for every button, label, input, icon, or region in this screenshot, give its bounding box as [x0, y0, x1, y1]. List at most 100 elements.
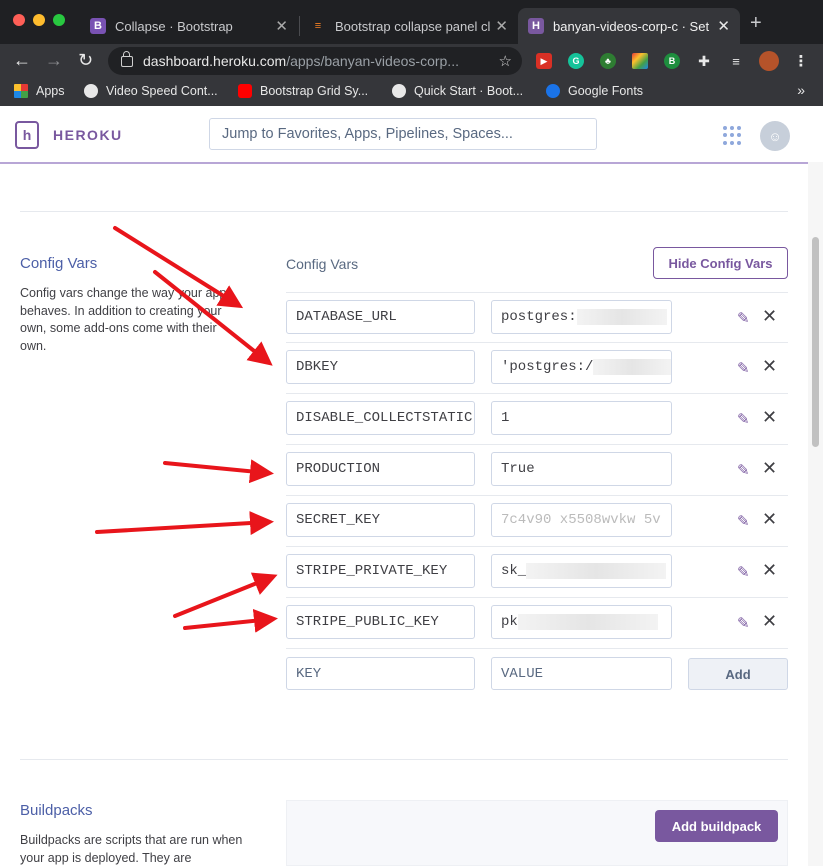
section-divider	[20, 211, 788, 212]
stack-overflow-icon: ≡	[314, 20, 322, 32]
config-var-key[interactable]: DISABLE_COLLECTSTATIC	[286, 401, 475, 435]
scrollbar-thumb[interactable]	[812, 237, 819, 447]
edit-pencil-icon[interactable]: ✎	[737, 563, 750, 581]
user-avatar[interactable]: ☺	[760, 121, 790, 151]
redacted-text	[517, 614, 658, 630]
extensions-puzzle-icon[interactable]: ✚	[696, 53, 712, 69]
delete-x-icon[interactable]: ✕	[762, 509, 777, 530]
close-tab-icon[interactable]: ✕	[717, 17, 730, 35]
config-var-key[interactable]: SECRET_KEY	[286, 503, 475, 537]
green-b-extension-icon[interactable]: B	[664, 53, 680, 69]
grammarly-icon[interactable]: G	[568, 53, 584, 69]
bookmarks-bar: Apps Video Speed Cont... Bootstrap Grid …	[0, 78, 823, 106]
browser-tab-bar: B Collapse · Bootstrap ✕ ≡ Bootstrap col…	[0, 0, 823, 44]
bookmark-star-icon[interactable]: ☆	[499, 52, 512, 70]
back-icon[interactable]: ←	[13, 50, 31, 71]
edit-pencil-icon[interactable]: ✎	[737, 461, 750, 479]
add-config-var-button[interactable]: Add	[688, 658, 788, 690]
bookmark-quick-start[interactable]: Quick Start · Boot...	[392, 84, 523, 98]
edit-pencil-icon[interactable]: ✎	[737, 614, 750, 632]
heroku-tab-icon: H	[528, 18, 544, 34]
edit-pencil-icon[interactable]: ✎	[737, 410, 750, 428]
red-arrow	[163, 459, 274, 484]
browser-menu-icon[interactable]: ⋮	[793, 53, 809, 70]
config-var-value[interactable]: sk_	[491, 554, 672, 588]
new-key-input[interactable]	[286, 657, 475, 690]
tab-bootstrap-collapse-panel[interactable]: ≡ Bootstrap collapse panel cl ✕	[300, 8, 518, 44]
heroku-logo-icon[interactable]: h	[15, 121, 39, 149]
bookmark-label: Video Speed Cont...	[106, 84, 218, 98]
minimize-window-button[interactable]	[33, 14, 45, 26]
tab-title: Bootstrap collapse panel cl	[335, 18, 491, 34]
config-var-row: DISABLE_COLLECTSTATIC 1 ✎ ✕	[286, 394, 788, 445]
delete-x-icon[interactable]: ✕	[762, 356, 777, 377]
add-buildpack-button[interactable]: Add buildpack	[655, 810, 778, 842]
media-control-icon[interactable]: ≡	[728, 53, 744, 69]
add-config-var-row: Add	[286, 657, 788, 691]
delete-x-icon[interactable]: ✕	[762, 306, 777, 327]
close-tab-icon[interactable]: ✕	[275, 17, 288, 35]
config-var-value[interactable]: pk	[491, 605, 672, 639]
config-var-value[interactable]: postgres:	[491, 300, 672, 334]
delete-x-icon[interactable]: ✕	[762, 458, 777, 479]
delete-x-icon[interactable]: ✕	[762, 611, 777, 632]
reload-icon[interactable]: ↻	[78, 50, 93, 71]
config-var-value-text: postgres:	[501, 309, 577, 325]
tree-extension-icon[interactable]: ♣	[600, 53, 616, 69]
page-scrollbar[interactable]	[808, 162, 823, 866]
google-fonts-icon	[546, 84, 560, 98]
more-bookmarks-icon[interactable]: »	[797, 82, 805, 98]
section-divider	[20, 759, 788, 760]
url-host: dashboard.heroku.com	[143, 53, 287, 69]
edit-pencil-icon[interactable]: ✎	[737, 359, 750, 377]
config-var-value[interactable]: True	[491, 452, 672, 486]
config-var-value[interactable]: 7c4v90 x5508wvkw 5v	[491, 503, 672, 537]
color-extension-icon[interactable]	[632, 53, 648, 69]
apps-menu-icon[interactable]	[723, 126, 743, 146]
bookmark-google-fonts[interactable]: Google Fonts	[546, 84, 643, 98]
config-var-key[interactable]: DBKEY	[286, 350, 475, 384]
buildpacks-description: Buildpacks are scripts that are run when…	[20, 833, 243, 865]
url-text: dashboard.heroku.com/apps/banyan-videos-…	[143, 53, 483, 69]
search-input[interactable]	[209, 118, 597, 150]
edit-pencil-icon[interactable]: ✎	[737, 512, 750, 530]
browser-toolbar: ← → ↻ dashboard.heroku.com/apps/banyan-v…	[0, 44, 823, 78]
close-tab-icon[interactable]: ✕	[495, 17, 508, 35]
extension-red-icon[interactable]: ▶	[536, 53, 552, 69]
hide-config-vars-button[interactable]: Hide Config Vars	[653, 247, 788, 279]
new-value-input[interactable]	[491, 657, 672, 690]
config-var-key[interactable]: STRIPE_PRIVATE_KEY	[286, 554, 475, 588]
tab-title: banyan-videos-corp-c · Set	[553, 18, 710, 34]
close-window-button[interactable]	[13, 14, 25, 26]
buildpacks-section-title: Buildpacks	[20, 802, 93, 819]
profile-avatar[interactable]	[759, 51, 779, 71]
config-var-key[interactable]: PRODUCTION	[286, 452, 475, 486]
tab-heroku-settings[interactable]: H banyan-videos-corp-c · Set ✕	[518, 8, 740, 44]
config-var-row: DBKEY 'postgres:/ ✎ ✕	[286, 343, 788, 394]
heroku-brand[interactable]: HEROKU	[53, 127, 123, 143]
delete-x-icon[interactable]: ✕	[762, 560, 777, 581]
lock-icon	[121, 50, 133, 67]
bookmark-label: Bootstrap Grid Sy...	[260, 84, 369, 98]
zoom-window-button[interactable]	[53, 14, 65, 26]
tab-title: Collapse · Bootstrap	[115, 18, 233, 34]
config-var-value-text: pk	[501, 614, 518, 630]
address-bar[interactable]: dashboard.heroku.com/apps/banyan-videos-…	[108, 47, 522, 75]
youtube-icon	[238, 84, 252, 98]
redacted-text	[576, 309, 667, 325]
edit-pencil-icon[interactable]: ✎	[737, 309, 750, 327]
config-var-row: SECRET_KEY 7c4v90 x5508wvkw 5v ✎ ✕	[286, 496, 788, 547]
bookmark-apps[interactable]: Apps	[14, 84, 65, 98]
new-tab-icon[interactable]: +	[750, 12, 762, 35]
config-var-key[interactable]: DATABASE_URL	[286, 300, 475, 334]
delete-x-icon[interactable]: ✕	[762, 407, 777, 428]
tab-collapse-bootstrap[interactable]: B Collapse · Bootstrap ✕	[80, 8, 298, 44]
bookmark-bootstrap-grid[interactable]: Bootstrap Grid Sy...	[238, 84, 368, 98]
forward-icon[interactable]: →	[45, 50, 63, 71]
config-var-value[interactable]: 1	[491, 401, 672, 435]
bootstrap-icon: B	[90, 18, 106, 34]
config-var-row: DATABASE_URL postgres: ✎ ✕	[286, 292, 788, 343]
config-var-value[interactable]: 'postgres:/	[491, 350, 672, 384]
config-var-key[interactable]: STRIPE_PUBLIC_KEY	[286, 605, 475, 639]
bookmark-video-speed[interactable]: Video Speed Cont...	[84, 84, 218, 98]
